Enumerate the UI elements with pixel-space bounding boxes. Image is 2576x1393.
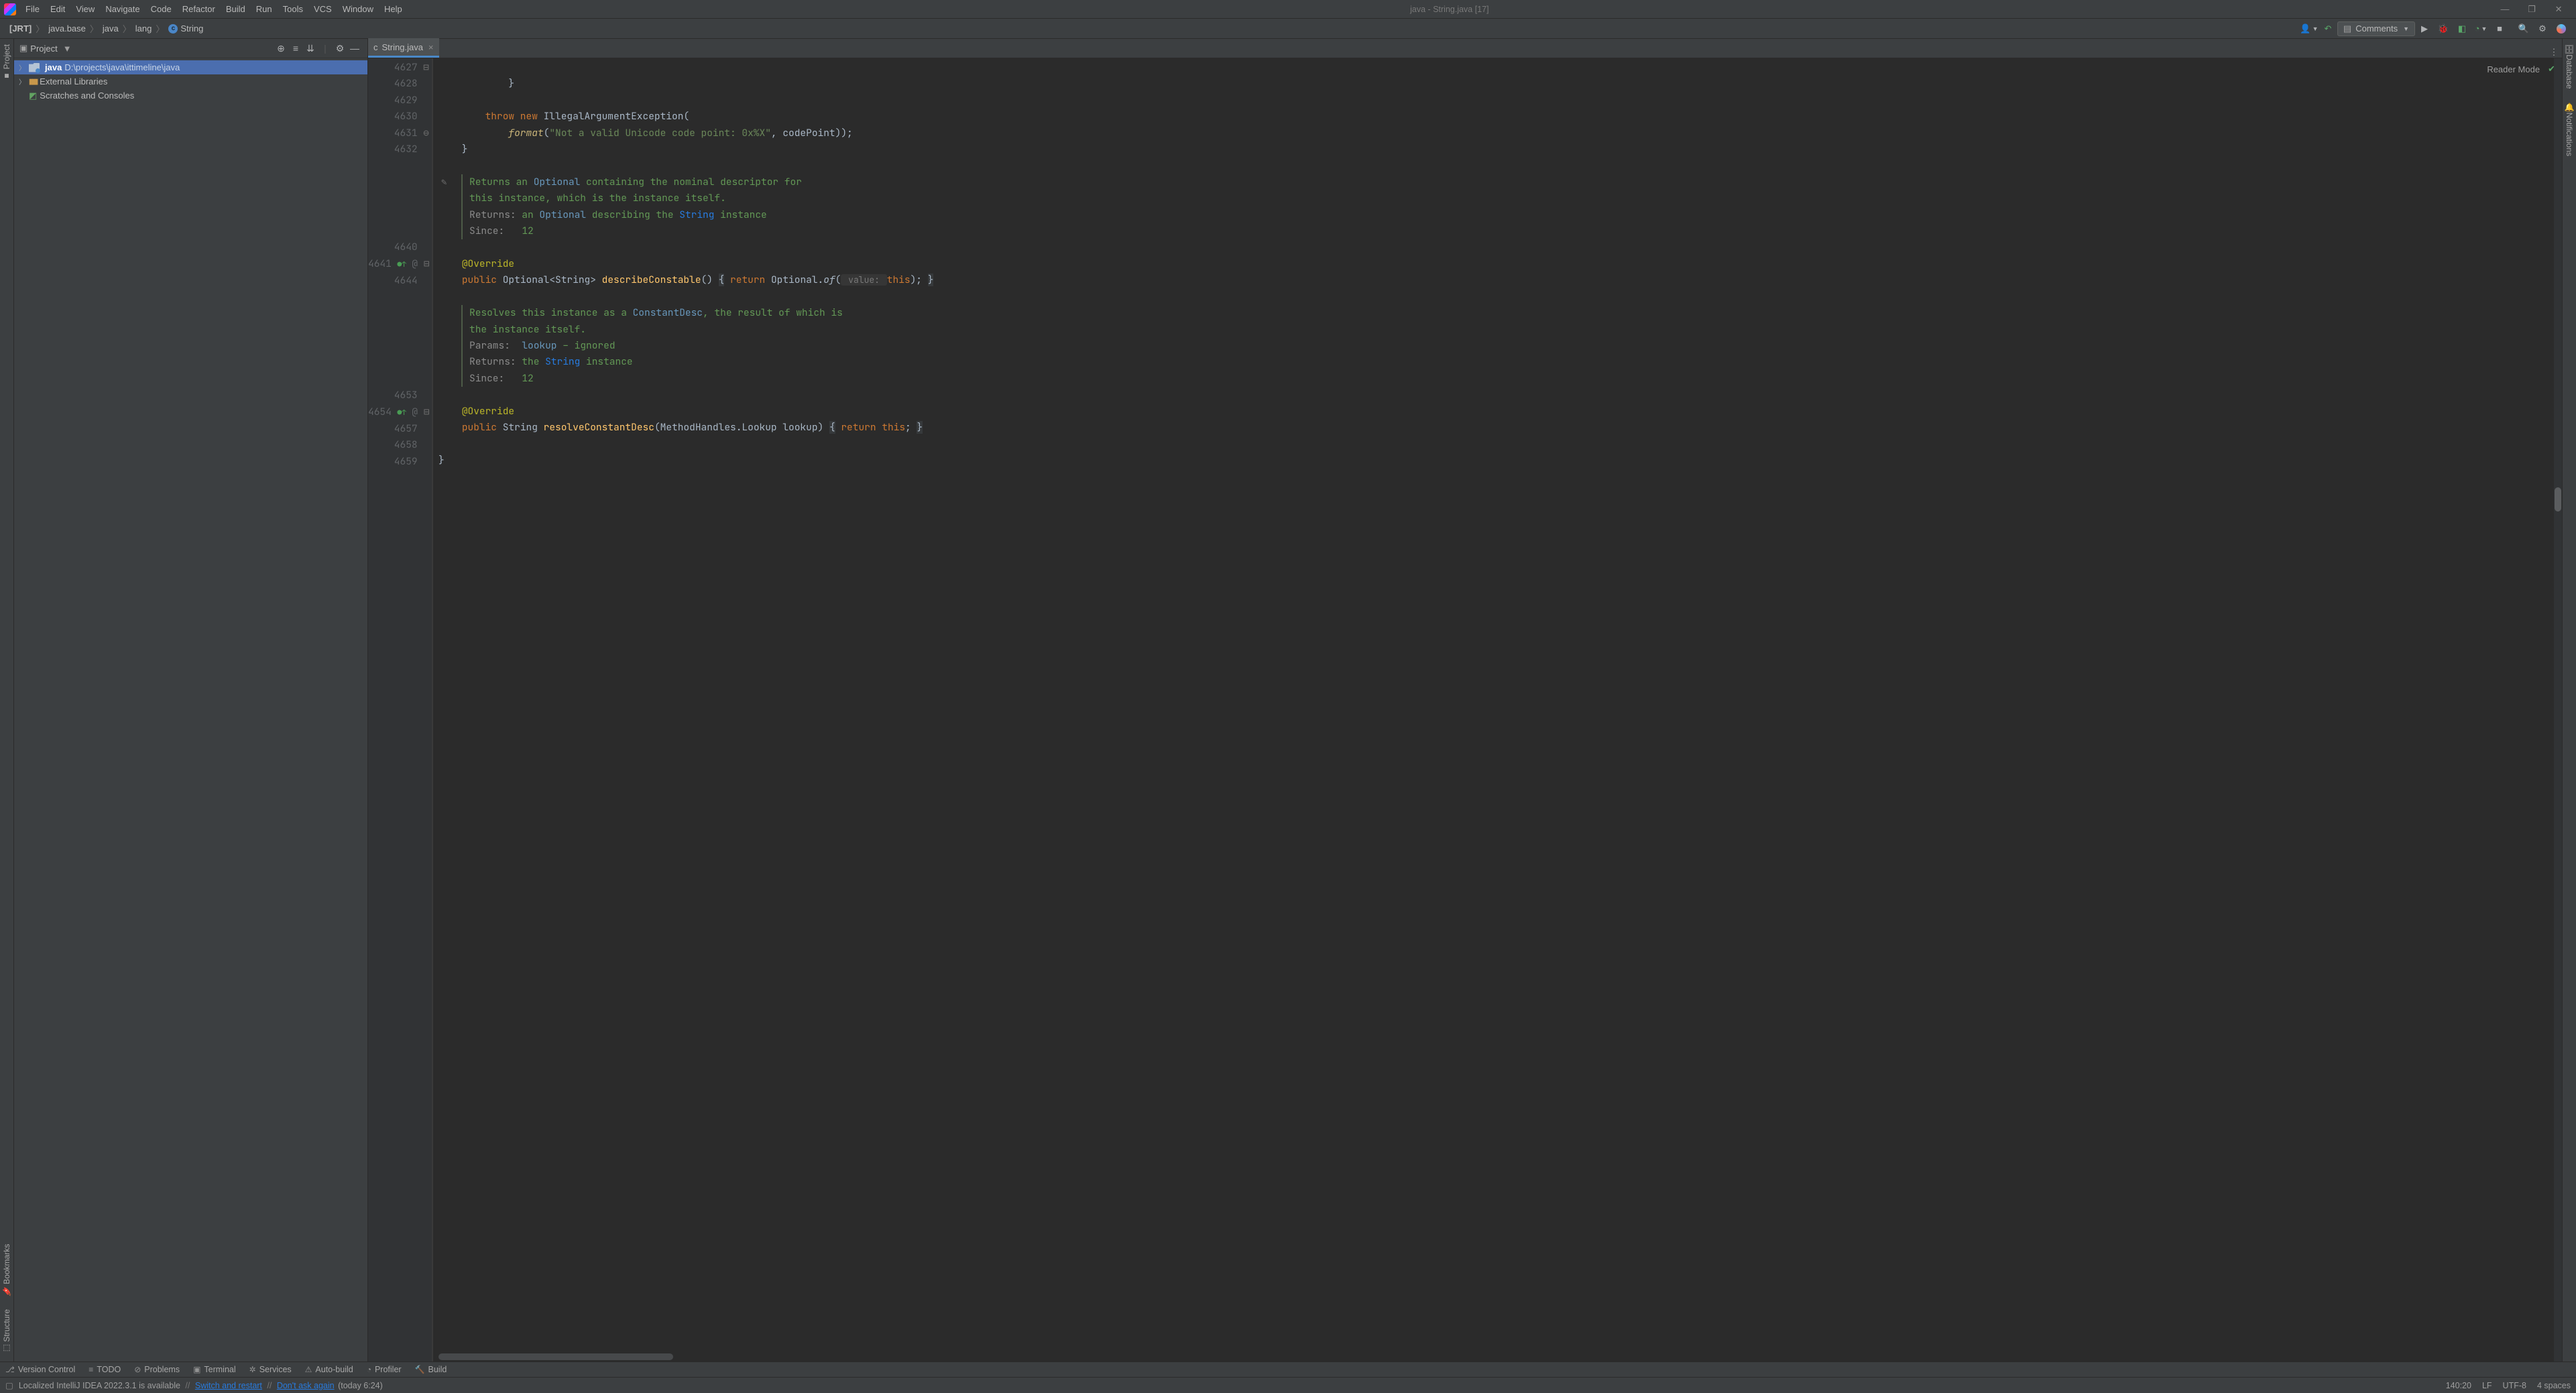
toolwindow-notifications-tab[interactable]: 🔔Notifications xyxy=(2565,103,2574,156)
right-tool-rail: 🗄Database 🔔Notifications xyxy=(2562,39,2576,1361)
status-bar: ▢ Localized IntelliJ IDEA 2022.3.1 is av… xyxy=(0,1377,2576,1393)
menu-view[interactable]: View xyxy=(70,2,100,16)
status-message: Localized IntelliJ IDEA 2022.3.1 is avai… xyxy=(19,1381,383,1390)
toolwindow-database-tab[interactable]: 🗄Database xyxy=(2565,44,2574,89)
tree-row-scratches[interactable]: ◩ Scratches and Consoles xyxy=(14,88,367,103)
gutter[interactable]: 4627 ⊟ 4628 4629 4630 4631 ⊖ 4632 4640 4… xyxy=(368,58,432,1361)
window-maximize-button[interactable]: ❐ xyxy=(2518,2,2545,17)
breadcrumb-item[interactable]: java xyxy=(99,23,123,34)
menu-navigate[interactable]: Navigate xyxy=(100,2,145,16)
profile-button[interactable]: ◔▼ xyxy=(2472,20,2490,38)
toolwindow-autobuild[interactable]: ⚠Auto-build xyxy=(305,1365,353,1374)
locate-icon[interactable]: ⊕ xyxy=(274,43,288,54)
expand-all-icon[interactable]: ≡ xyxy=(288,43,303,54)
collapse-all-icon[interactable]: ⇊ xyxy=(303,43,318,54)
project-tool-window: ▣ Project ▼ ⊕ ≡ ⇊ | ⚙ — 〉 java D:\projec… xyxy=(14,39,368,1361)
editor-tab-stringjava[interactable]: c String.java × xyxy=(368,38,439,58)
editor[interactable]: Reader Mode ✔ 4627 ⊟ 4628 4629 4630 4631… xyxy=(368,58,2562,1361)
library-icon: ▮▮▮ xyxy=(29,77,37,86)
close-tab-icon[interactable]: × xyxy=(428,42,434,52)
status-link-dontask[interactable]: Don't ask again xyxy=(277,1381,335,1390)
window-minimize-button[interactable]: — xyxy=(2492,2,2518,16)
settings-button[interactable]: ⚙ xyxy=(2534,20,2551,38)
tree-row-root[interactable]: 〉 java D:\projects\java\ittimeline\java xyxy=(14,60,367,74)
toolwindow-vcs[interactable]: ⎇Version Control xyxy=(5,1365,75,1374)
breadcrumb[interactable]: [JRT]〉 java.base〉 java〉 lang〉 cString xyxy=(5,22,207,35)
class-icon: c xyxy=(373,42,378,52)
breadcrumb-item[interactable]: lang xyxy=(131,23,156,34)
menubar: File Edit View Navigate Code Refactor Bu… xyxy=(0,0,2576,19)
debug-button[interactable]: 🐞 xyxy=(2435,20,2452,38)
menu-edit[interactable]: Edit xyxy=(45,2,70,16)
code-area[interactable]: } throw new IllegalArgumentException( fo… xyxy=(433,58,2554,1361)
vertical-scrollbar[interactable] xyxy=(2554,58,2562,1361)
editor-area: c String.java × ⋮ Reader Mode ✔ 4627 ⊟ 4… xyxy=(368,39,2562,1361)
undo-nav-icon[interactable]: ↶ xyxy=(2319,20,2337,38)
line-separator[interactable]: LF xyxy=(2482,1381,2492,1390)
menu-file[interactable]: File xyxy=(20,2,45,16)
window-title: java - String.java [17] xyxy=(1410,5,1488,14)
run-button[interactable]: ▶ xyxy=(2416,20,2433,38)
coverage-button[interactable]: ◧ xyxy=(2453,20,2471,38)
file-encoding[interactable]: UTF-8 xyxy=(2503,1381,2526,1390)
menu-code[interactable]: Code xyxy=(145,2,177,16)
main-toolbar: [JRT]〉 java.base〉 java〉 lang〉 cString 👤▼… xyxy=(0,19,2576,39)
tree-expand-arrow[interactable]: 〉 xyxy=(18,62,26,72)
inspection-profile-select[interactable]: ▤ Comments▼ xyxy=(2337,21,2415,36)
toolwindow-problems[interactable]: ⊘Problems xyxy=(134,1365,180,1374)
bottom-toolwindow-bar: ⎇Version Control ≡TODO ⊘Problems ▣Termin… xyxy=(0,1361,2576,1377)
edit-doc-icon[interactable]: ✎ xyxy=(441,174,447,190)
project-view-icon: ▣ xyxy=(19,43,27,54)
toolwindow-terminal[interactable]: ▣Terminal xyxy=(193,1365,236,1374)
horizontal-scrollbar[interactable] xyxy=(438,1353,673,1360)
divider: | xyxy=(318,43,333,54)
stop-button[interactable]: ■ xyxy=(2491,20,2508,38)
menu-tools[interactable]: Tools xyxy=(278,2,308,16)
editor-tabbar: c String.java × ⋮ xyxy=(368,39,2562,58)
toolwindow-todo[interactable]: ≡TODO xyxy=(89,1365,121,1374)
breadcrumb-item[interactable]: java.base xyxy=(44,23,90,34)
chevron-down-icon[interactable]: ▼ xyxy=(63,44,72,54)
search-button[interactable]: 🔍 xyxy=(2515,20,2532,38)
menu-help[interactable]: Help xyxy=(379,2,408,16)
indent-setting[interactable]: 4 spaces xyxy=(2537,1381,2571,1390)
menu-refactor[interactable]: Refactor xyxy=(177,2,221,16)
add-user-icon[interactable]: 👤▼ xyxy=(2300,20,2318,38)
toolwindow-structure-tab[interactable]: ⬚Structure xyxy=(2,1309,11,1353)
inspection-icon: ▤ xyxy=(2343,23,2351,34)
toolwindow-project-tab[interactable]: ■Project xyxy=(2,44,11,80)
toolwindow-build[interactable]: 🔨Build xyxy=(415,1365,447,1374)
menu-window[interactable]: Window xyxy=(337,2,379,16)
scratch-icon: ◩ xyxy=(29,90,37,101)
app-logo-icon xyxy=(4,3,16,15)
tree-row-ext-libs[interactable]: 〉 ▮▮▮ External Libraries xyxy=(14,74,367,88)
project-tree[interactable]: 〉 java D:\projects\java\ittimeline\java … xyxy=(14,58,367,105)
tree-expand-arrow[interactable]: 〉 xyxy=(18,76,26,86)
menu-run[interactable]: Run xyxy=(251,2,278,16)
editor-tabs-menu-icon[interactable]: ⋮ xyxy=(2546,47,2562,58)
breadcrumb-item[interactable]: cString xyxy=(164,23,207,34)
caret-position[interactable]: 140:20 xyxy=(2446,1381,2471,1390)
menu-build[interactable]: Build xyxy=(221,2,251,16)
toolwindow-profiler[interactable]: ◔Profiler xyxy=(367,1365,402,1374)
status-menu-icon[interactable]: ▢ xyxy=(5,1380,13,1390)
project-pane-header: ▣ Project ▼ ⊕ ≡ ⇊ | ⚙ — xyxy=(14,39,367,58)
class-icon: c xyxy=(168,24,178,34)
project-pane-title[interactable]: Project xyxy=(30,44,57,54)
minimize-pane-icon[interactable]: — xyxy=(347,43,362,54)
menu-vcs[interactable]: VCS xyxy=(308,2,337,16)
status-link-restart[interactable]: Switch and restart xyxy=(195,1381,262,1390)
toolwindow-bookmarks-tab[interactable]: 🔖Bookmarks xyxy=(2,1244,11,1296)
window-close-button[interactable]: ✕ xyxy=(2545,2,2572,17)
ide-logo-icon[interactable] xyxy=(2553,20,2570,38)
toolwindow-services[interactable]: ✲Services xyxy=(249,1365,292,1374)
gear-icon[interactable]: ⚙ xyxy=(333,43,347,54)
left-tool-rail: ■Project 🔖Bookmarks ⬚Structure xyxy=(0,39,14,1361)
breadcrumb-root[interactable]: [JRT] xyxy=(9,23,32,34)
